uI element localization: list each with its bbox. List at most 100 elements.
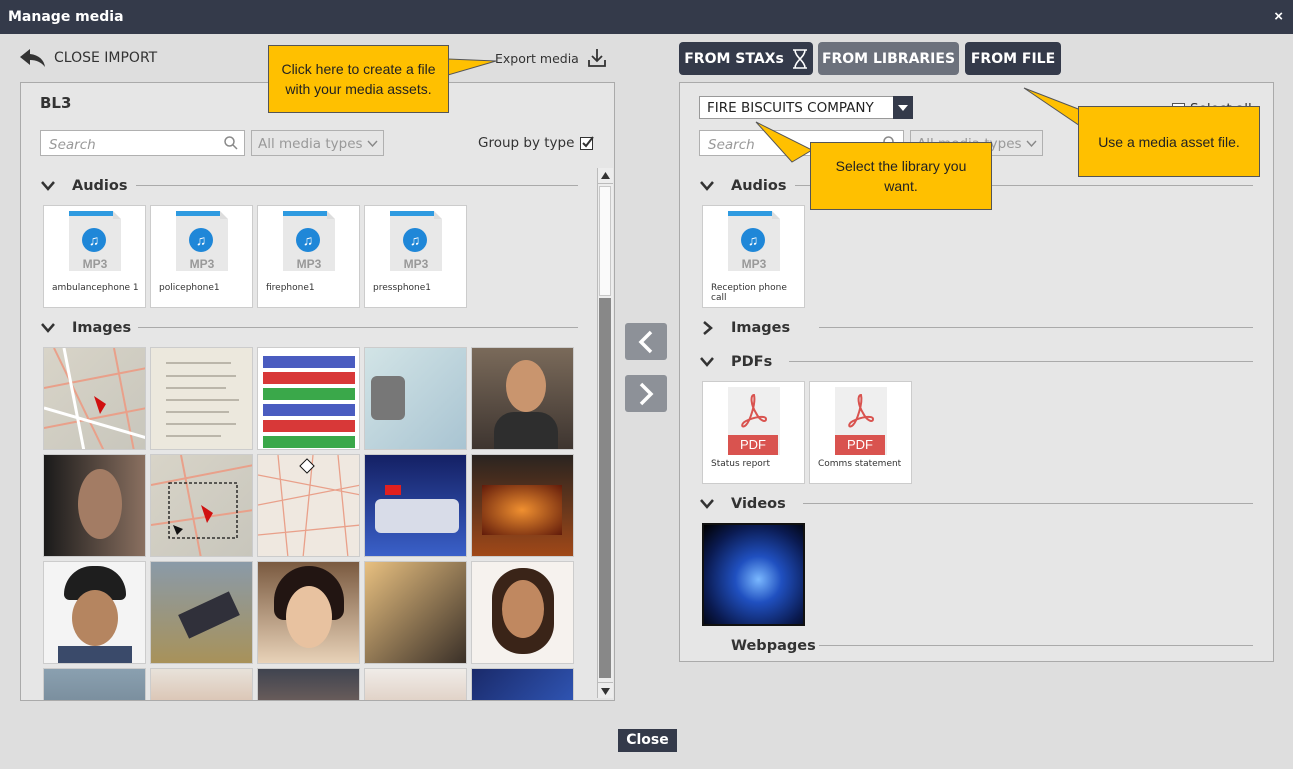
- mp3-file-icon: ♫ MP3: [176, 211, 228, 271]
- callout-file: Use a media asset file.: [1078, 106, 1260, 177]
- library-value: FIRE BISCUITS COMPANY: [707, 100, 874, 116]
- image-thumbnail-fire[interactable]: [471, 454, 574, 557]
- chevron-down-icon: [700, 499, 714, 509]
- group-by-type-toggle[interactable]: Group by type: [478, 135, 595, 151]
- export-media-label: Export media: [495, 50, 579, 66]
- section-pdfs[interactable]: PDFs: [699, 352, 1253, 372]
- mp3-file-icon: ♫ MP3: [728, 211, 780, 271]
- image-thumbnail-letter[interactable]: [150, 347, 253, 450]
- pdf-name: Status report: [711, 459, 771, 469]
- divider: [789, 361, 1253, 362]
- media-type-value: All media types: [258, 136, 363, 152]
- image-thumbnail-map[interactable]: [43, 347, 146, 450]
- scrollbar-thumb[interactable]: [599, 186, 611, 296]
- image-thumbnail[interactable]: [43, 668, 146, 700]
- pdf-file-icon: PDF: [728, 387, 780, 455]
- image-thumbnail[interactable]: [150, 668, 253, 700]
- image-thumbnail-portrait[interactable]: [43, 454, 146, 557]
- close-import-label: CLOSE IMPORT: [54, 50, 158, 66]
- library-select[interactable]: FIRE BISCUITS COMPANY: [699, 96, 913, 119]
- section-label: Videos: [731, 496, 786, 512]
- window-title: Manage media: [8, 9, 124, 25]
- section-audios[interactable]: Audios: [40, 176, 578, 196]
- audio-tile[interactable]: ♫ MP3 policephone1: [150, 205, 253, 308]
- callout-file-text: Use a media asset file.: [1098, 133, 1240, 150]
- search-placeholder: Search: [49, 137, 96, 153]
- audio-tile[interactable]: ♫ MP3 ambulancephone 1: [43, 205, 146, 308]
- image-thumbnail[interactable]: [364, 668, 467, 700]
- callout-library: Select the library you want.: [810, 142, 992, 210]
- divider: [819, 327, 1253, 328]
- section-images[interactable]: Images: [699, 318, 1253, 338]
- dropdown-arrow-icon[interactable]: [893, 96, 913, 119]
- divider: [136, 185, 578, 186]
- audio-tile[interactable]: ♫ MP3 pressphone1: [364, 205, 467, 308]
- image-thumbnail[interactable]: [257, 668, 360, 700]
- mp3-file-icon: ♫ MP3: [69, 211, 121, 271]
- image-thumbnail-city-map[interactable]: [257, 454, 360, 557]
- image-thumbnail-portrait[interactable]: [471, 347, 574, 450]
- callout-export-text: Click here to create a file with your me…: [281, 61, 436, 97]
- close-button[interactable]: Close: [618, 729, 677, 752]
- image-thumbnail-portrait[interactable]: [43, 561, 146, 664]
- pdf-tile[interactable]: PDF Status report: [702, 381, 805, 484]
- audio-tile[interactable]: ♫ MP3 Reception phone call: [702, 205, 805, 308]
- callout-library-text: Select the library you want.: [835, 158, 967, 194]
- image-thumbnail-sneakers[interactable]: [150, 561, 253, 664]
- panel-title: BL3: [40, 94, 72, 112]
- from-stax-button[interactable]: FROM STAXs: [679, 42, 813, 75]
- image-thumbnail-portrait[interactable]: [471, 561, 574, 664]
- divider: [819, 645, 1253, 646]
- media-type-select[interactable]: All media types: [251, 130, 384, 156]
- close-icon[interactable]: ×: [1274, 8, 1283, 25]
- move-right-button[interactable]: [625, 375, 667, 412]
- from-libraries-button[interactable]: FROM LIBRARIES: [818, 42, 959, 75]
- from-libraries-label: FROM LIBRARIES: [821, 50, 956, 67]
- close-import-button[interactable]: CLOSE IMPORT: [20, 49, 157, 67]
- export-media-button[interactable]: Export media: [495, 48, 607, 68]
- video-thumbnail[interactable]: [702, 523, 805, 626]
- image-thumbnail-police-car[interactable]: [364, 454, 467, 557]
- scrollbar-track[interactable]: [599, 298, 611, 678]
- move-left-button[interactable]: [625, 323, 667, 360]
- chevron-down-icon: [700, 357, 714, 367]
- left-media-panel: BL3 Search All media types Group by type…: [20, 82, 615, 701]
- audio-name: firephone1: [266, 283, 315, 293]
- section-label: Webpages: [731, 638, 816, 654]
- chevron-down-icon: [700, 181, 714, 191]
- section-webpages[interactable]: Webpages: [699, 636, 1253, 656]
- chevron-down-icon: [41, 323, 55, 333]
- scroll-up-arrow-icon[interactable]: [598, 168, 613, 184]
- image-thumbnail-map-zoom[interactable]: [150, 454, 253, 557]
- hourglass-icon: [792, 48, 807, 69]
- audio-tile[interactable]: ♫ MP3 firephone1: [257, 205, 360, 308]
- audio-name: pressphone1: [373, 283, 432, 293]
- search-icon: [224, 136, 238, 150]
- search-input[interactable]: Search: [40, 130, 245, 156]
- scrollbar[interactable]: [597, 168, 613, 698]
- chevron-right-icon: [703, 321, 713, 335]
- section-videos[interactable]: Videos: [699, 494, 1253, 514]
- chevron-down-icon: [41, 181, 55, 191]
- chevron-left-icon: [638, 330, 653, 353]
- from-file-button[interactable]: FROM FILE: [965, 42, 1061, 75]
- mp3-file-icon: ♫ MP3: [390, 211, 442, 271]
- search-placeholder: Search: [708, 137, 755, 153]
- section-label: Images: [72, 320, 132, 336]
- download-icon: [587, 49, 606, 67]
- title-bar: Manage media ×: [0, 0, 1293, 34]
- section-images[interactable]: Images: [40, 318, 578, 338]
- pdf-tile[interactable]: PDF Comms statement: [809, 381, 912, 484]
- image-thumbnail-crowd[interactable]: [364, 561, 467, 664]
- back-arrow-icon: [20, 49, 45, 67]
- audio-name: policephone1: [159, 283, 220, 293]
- scroll-down-arrow-icon[interactable]: [598, 682, 613, 698]
- image-thumbnail[interactable]: [471, 668, 574, 700]
- image-thumbnail-portrait[interactable]: [257, 561, 360, 664]
- divider: [803, 503, 1253, 504]
- callout-pointer: [447, 58, 497, 76]
- image-thumbnail-chart[interactable]: [257, 347, 360, 450]
- checkbox-checked-icon[interactable]: [580, 135, 595, 150]
- section-label: Images: [731, 320, 791, 336]
- image-thumbnail-passport[interactable]: [364, 347, 467, 450]
